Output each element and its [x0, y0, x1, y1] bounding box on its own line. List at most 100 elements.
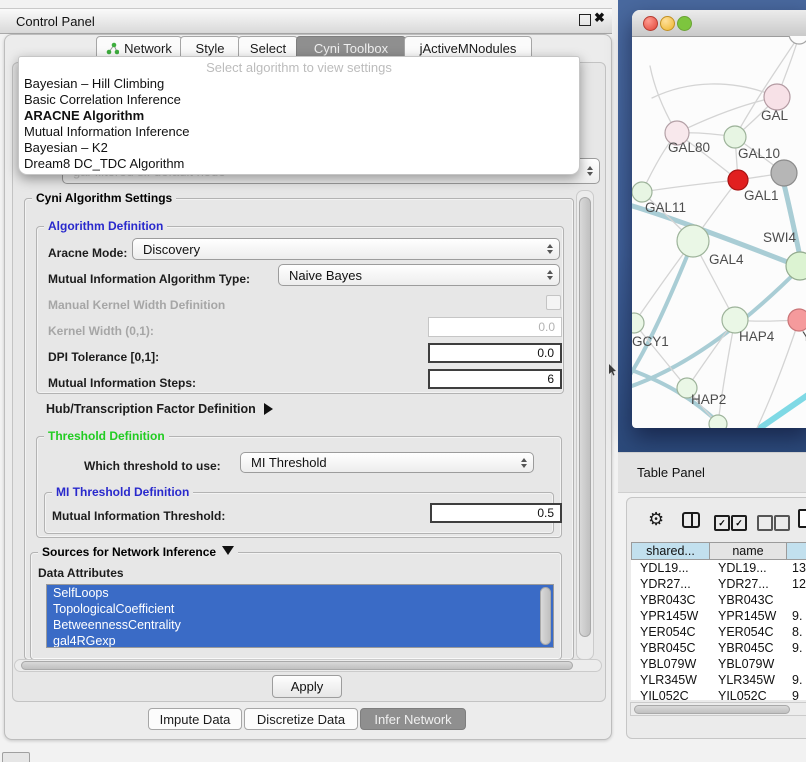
table-row[interactable]: YDL19...YDL19...13 [631, 560, 806, 576]
new-table-icon[interactable] [798, 509, 806, 528]
dropdown-prompt: Select algorithm to view settings [19, 59, 579, 75]
table-cell: 9. [792, 641, 806, 655]
aracne-mode-combo[interactable]: Discovery [132, 238, 560, 260]
dpi-tolerance-value: 0.0 [537, 346, 554, 360]
table-row[interactable]: YPR145WYPR145W9. [631, 608, 806, 624]
attributes-list-scrollbar[interactable] [540, 587, 551, 645]
network-node-label-swi4: SWI4 [763, 230, 796, 245]
bottom-tab-infer-network[interactable]: Infer Network [360, 708, 466, 730]
network-window-titlebar[interactable] [632, 10, 806, 37]
table-cell: YLR345W [718, 673, 787, 687]
network-labels-layer: GALGAL80GAL10GAL1GAL11SWI4GAL4HAP4YGCY1H… [632, 36, 806, 428]
sources-title-label: Sources for Network Inference [42, 545, 216, 559]
table-row[interactable]: YIL052CYIL052C9 [631, 688, 806, 700]
mi-threshold-field[interactable]: 0.5 [430, 503, 562, 523]
table-cell: 9. [792, 673, 806, 687]
deselect-columns-icon[interactable] [757, 515, 773, 531]
control-panel-title: Control Panel [16, 14, 95, 29]
table-hscrollbar[interactable] [630, 702, 806, 716]
dpi-tolerance-field[interactable]: 0.0 [428, 343, 562, 363]
table-cell: YBR045C [718, 641, 787, 655]
bottom-tab-discretize-data[interactable]: Discretize Data [244, 708, 358, 730]
sources-group-title[interactable]: Sources for Network Inference [38, 545, 238, 559]
close-traffic-light-icon[interactable] [643, 16, 658, 31]
minimized-panel-button[interactable] [2, 752, 30, 762]
table-cell: YER054C [640, 625, 710, 639]
attribute-item-gal4rgexp[interactable]: gal4RGexp [47, 633, 553, 648]
threshold-definition-title: Threshold Definition [44, 429, 169, 443]
network-node-label-gal11: GAL11 [645, 200, 686, 215]
dropdown-item-mutual-information-inference[interactable]: Mutual Information Inference [19, 123, 579, 139]
select-all-columns-icon[interactable]: ✓ [714, 515, 730, 531]
aracne-mode-value: Discovery [143, 242, 200, 257]
aracne-mode-label: Aracne Mode: [48, 246, 127, 260]
settings-vscrollbar[interactable] [576, 190, 594, 660]
which-threshold-combo[interactable]: MI Threshold [240, 452, 534, 473]
apply-button-label: Apply [291, 679, 324, 694]
split-columns-icon[interactable] [682, 512, 700, 528]
data-attributes-list[interactable]: SelfLoopsTopologicalCoefficientBetweenne… [46, 584, 554, 648]
network-node-label-gcy1: GCY1 [632, 334, 669, 349]
table-cell: 13 [792, 561, 806, 575]
table-cell: YDL19... [640, 561, 710, 575]
table-row[interactable]: YLR345W YLR345W 9. [631, 672, 806, 688]
mi-threshold-group-title: MI Threshold Definition [52, 485, 193, 499]
expand-right-icon [264, 403, 273, 415]
mi-type-combo[interactable]: Naive Bayes [278, 264, 560, 286]
table-cell: YIL052C [718, 689, 787, 700]
bottom-tab-impute-data[interactable]: Impute Data [148, 708, 242, 730]
table-row[interactable]: YBR043CYBR043C [631, 592, 806, 608]
settings-vscrollbar-thumb[interactable] [579, 197, 591, 637]
cyni-settings-title: Cyni Algorithm Settings [32, 191, 176, 205]
kernel-width-field[interactable]: 0.0 [428, 317, 562, 337]
network-view-window: GALGAL80GAL10GAL1GAL11SWI4GAL4HAP4YGCY1H… [632, 10, 806, 428]
table-cell: YLR345W [640, 673, 710, 687]
dropdown-item-aracne-algorithm[interactable]: ARACNE Algorithm [19, 107, 579, 123]
table-cell: 12 [792, 577, 806, 591]
settings-hscrollbar[interactable] [14, 659, 602, 672]
dropdown-item-bayesian-hill-climbing[interactable]: Bayesian – Hill Climbing [19, 75, 579, 91]
table-cell: YBR043C [718, 593, 787, 607]
dropdown-item-basic-correlation-inference[interactable]: Basic Correlation Inference [19, 91, 579, 107]
manual-kernel-checkbox[interactable] [546, 295, 561, 310]
hub-definition-expander[interactable]: Hub/Transcription Factor Definition [46, 402, 273, 416]
mi-steps-value: 6 [547, 372, 554, 386]
tab-label: jActiveMNodules [420, 41, 517, 56]
select-all-columns-icon2[interactable]: ✓ [731, 515, 747, 531]
table-row[interactable]: YBL079WYBL079W [631, 656, 806, 672]
minimize-traffic-light-icon[interactable] [660, 16, 675, 31]
network-node-label-gal1: GAL1 [744, 188, 779, 203]
dropdown-items: Bayesian – Hill ClimbingBasic Correlatio… [19, 75, 579, 171]
table-column-header-a[interactable]: A [786, 542, 806, 560]
table-row[interactable]: YER054CYER054C8. [631, 624, 806, 640]
table-column-header-name[interactable]: name [709, 542, 787, 560]
hub-definition-label: Hub/Transcription Factor Definition [46, 402, 256, 416]
table-cell: YER054C [718, 625, 787, 639]
attribute-item-betweennesscentrality[interactable]: BetweennessCentrality [47, 617, 553, 633]
attribute-item-topologicalcoefficient[interactable]: TopologicalCoefficient [47, 601, 553, 617]
deselect-columns-icon2[interactable] [774, 515, 790, 531]
attribute-item-selfloops[interactable]: SelfLoops [47, 585, 553, 601]
table-cell: 9. [792, 609, 806, 623]
control-panel-titlebar: Control Panel [0, 8, 612, 34]
mi-steps-field[interactable]: 6 [428, 369, 562, 389]
table-column-header-shared[interactable]: shared... [631, 542, 710, 560]
combo-spinner-icon [547, 244, 553, 254]
table-hscrollbar-thumb[interactable] [634, 705, 790, 714]
table-cell: YBL079W [640, 657, 710, 671]
table-row[interactable]: YDR27...YDR27...12 [631, 576, 806, 592]
which-threshold-label: Which threshold to use: [84, 459, 221, 473]
tab-label: Style [196, 41, 225, 56]
dropdown-item-dream8-dc-tdc-algorithm[interactable]: Dream8 DC_TDC Algorithm [19, 155, 579, 171]
close-icon[interactable]: ✖ [594, 10, 605, 26]
combo-spinner-icon [521, 458, 527, 468]
combo-spinner-icon [547, 270, 553, 280]
network-canvas[interactable]: GALGAL80GAL10GAL1GAL11SWI4GAL4HAP4YGCY1H… [632, 36, 806, 428]
table-row[interactable]: YBR045CYBR045C9. [631, 640, 806, 656]
zoom-traffic-light-icon[interactable] [677, 16, 692, 31]
settings-hscrollbar-thumb[interactable] [21, 661, 573, 670]
dropdown-item-bayesian-k2[interactable]: Bayesian – K2 [19, 139, 579, 155]
gear-icon[interactable]: ⚙ [648, 509, 664, 530]
apply-button[interactable]: Apply [272, 675, 342, 698]
float-window-icon[interactable] [579, 14, 591, 26]
